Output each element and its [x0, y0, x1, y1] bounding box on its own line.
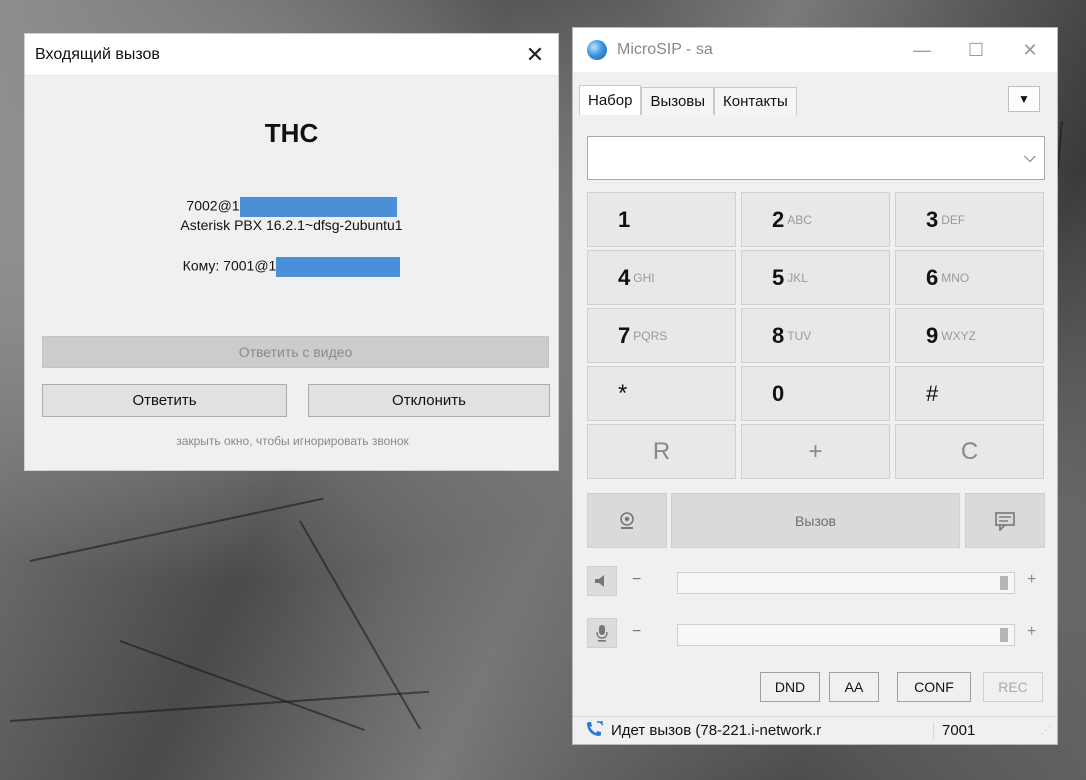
key-2[interactable]: 2 ABC: [741, 192, 890, 247]
key-star[interactable]: *: [587, 366, 736, 421]
key-9[interactable]: 9 WXYZ: [895, 308, 1044, 363]
caller-id: 7002@1: [25, 197, 558, 217]
auto-answer-button[interactable]: AA: [829, 672, 879, 702]
chevron-down-icon[interactable]: ⌵: [1024, 149, 1036, 167]
webcam-icon: [620, 511, 634, 529]
key-digit: 9: [926, 322, 939, 348]
answer-button[interactable]: Ответить: [42, 384, 287, 417]
callee-line: Кому: 7001@1: [25, 257, 558, 277]
close-icon[interactable]: ✕: [512, 34, 558, 76]
key-0[interactable]: 0: [741, 366, 890, 421]
key-letters: JKL: [787, 270, 808, 285]
key-6[interactable]: 6 MNO: [895, 250, 1044, 305]
plus-icon: +: [1027, 571, 1037, 588]
callee-text: Кому: 7001@1: [182, 257, 277, 274]
speaker-volume-row: − +: [587, 566, 1045, 598]
mic-volume-slider[interactable]: [677, 624, 1015, 646]
plus-icon: +: [1027, 623, 1037, 640]
microsip-titlebar: MicroSIP - sa — ☐ ✕: [573, 28, 1057, 72]
key-5[interactable]: 5 JKL: [741, 250, 890, 305]
caller-id-text: 7002@1: [186, 197, 240, 214]
window-title: MicroSIP - sa: [617, 41, 713, 58]
microsip-app-icon: [587, 40, 607, 60]
tab-contacts[interactable]: Контакты: [714, 87, 797, 115]
decline-button[interactable]: Отклонить: [308, 384, 550, 417]
phone-status-icon: [585, 720, 605, 741]
speaker-icon[interactable]: [587, 566, 617, 596]
key-digit: 7: [618, 322, 631, 348]
call-button[interactable]: Вызов: [671, 493, 960, 548]
key-digit: 0: [772, 380, 785, 406]
video-call-button[interactable]: [587, 493, 667, 548]
caller-name: THC: [264, 118, 319, 148]
call-button-label: Вызов: [795, 512, 836, 529]
tab-dial[interactable]: Набор: [579, 85, 642, 115]
close-icon[interactable]: ✕: [1003, 28, 1057, 72]
record-button[interactable]: REC: [983, 672, 1043, 702]
redial-button[interactable]: R: [587, 424, 736, 479]
microsip-window: MicroSIP - sa — ☐ ✕ Набор Вызовы Контакт…: [572, 27, 1058, 745]
key-digit: C: [960, 437, 979, 465]
slider-thumb[interactable]: [1000, 628, 1008, 642]
key-letters: GHI: [633, 270, 655, 285]
key-digit: 5: [772, 264, 785, 290]
clear-button[interactable]: C: [895, 424, 1044, 479]
caller-user-agent: Asterisk PBX 16.2.1~dfsg-2ubuntu1: [180, 217, 403, 233]
status-bar: Идет вызов (78-221.i-network.r 7001 ⋰: [573, 716, 1057, 744]
key-8[interactable]: 8 TUV: [741, 308, 890, 363]
account-number: 7001: [933, 722, 1003, 739]
redaction-box: [276, 257, 401, 277]
key-letters: WXYZ: [941, 328, 976, 343]
key-letters: DEF: [941, 212, 966, 227]
answer-video-button[interactable]: Ответить с видео: [42, 336, 549, 368]
message-button[interactable]: [965, 493, 1045, 548]
key-digit: 8: [772, 322, 785, 348]
key-digit: #: [926, 380, 939, 406]
background-crack: [9, 690, 430, 722]
key-hash[interactable]: #: [895, 366, 1044, 421]
tab-menu-dropdown-icon[interactable]: ▼: [1008, 86, 1040, 112]
plus-key[interactable]: +: [741, 424, 890, 479]
chat-icon: [995, 511, 1015, 531]
incoming-titlebar: Входящий вызов ✕: [25, 34, 558, 76]
key-digit: 6: [926, 264, 939, 290]
call-status-text: Идет вызов (78-221.i-network.r: [611, 722, 822, 739]
minus-icon: −: [632, 571, 642, 588]
key-digit: R: [652, 437, 671, 465]
key-digit: 4: [618, 264, 631, 290]
microphone-icon[interactable]: [587, 618, 617, 648]
key-digit: 2: [772, 206, 785, 232]
dial-number-combobox[interactable]: ⌵: [587, 136, 1045, 180]
key-4[interactable]: 4 GHI: [587, 250, 736, 305]
speaker-volume-slider[interactable]: [677, 572, 1015, 594]
key-digit: 1: [618, 206, 631, 232]
call-bar: Вызов: [587, 493, 1045, 548]
minus-icon: −: [632, 623, 642, 640]
key-digit: +: [808, 437, 823, 465]
incoming-call-window: Входящий вызов ✕ THC 7002@1 Asterisk PBX…: [24, 33, 559, 471]
minimize-icon[interactable]: —: [895, 28, 949, 72]
slider-thumb[interactable]: [1000, 576, 1008, 590]
key-letters: TUV: [787, 328, 812, 343]
conference-button[interactable]: CONF: [897, 672, 971, 702]
key-digit: 3: [926, 206, 939, 232]
mic-volume-row: − +: [587, 618, 1045, 650]
maximize-icon[interactable]: ☐: [949, 28, 1003, 72]
tab-calls[interactable]: Вызовы: [641, 87, 715, 115]
tab-bar: Набор Вызовы Контакты: [579, 85, 797, 115]
key-1[interactable]: 1: [587, 192, 736, 247]
key-3[interactable]: 3 DEF: [895, 192, 1044, 247]
resize-grip-icon[interactable]: ⋰: [1041, 725, 1051, 736]
key-7[interactable]: 7 PQRS: [587, 308, 736, 363]
key-digit: *: [618, 379, 628, 407]
dnd-button[interactable]: DND: [760, 672, 820, 702]
key-letters: MNO: [941, 270, 970, 285]
ignore-hint: закрыть окно, чтобы игнорировать звонок: [176, 434, 409, 448]
key-letters: ABC: [787, 212, 812, 227]
background-crack: [119, 640, 365, 731]
redaction-box: [239, 197, 397, 217]
background-crack: [29, 497, 324, 562]
window-title: Входящий вызов: [35, 45, 160, 63]
key-letters: PQRS: [633, 328, 668, 343]
